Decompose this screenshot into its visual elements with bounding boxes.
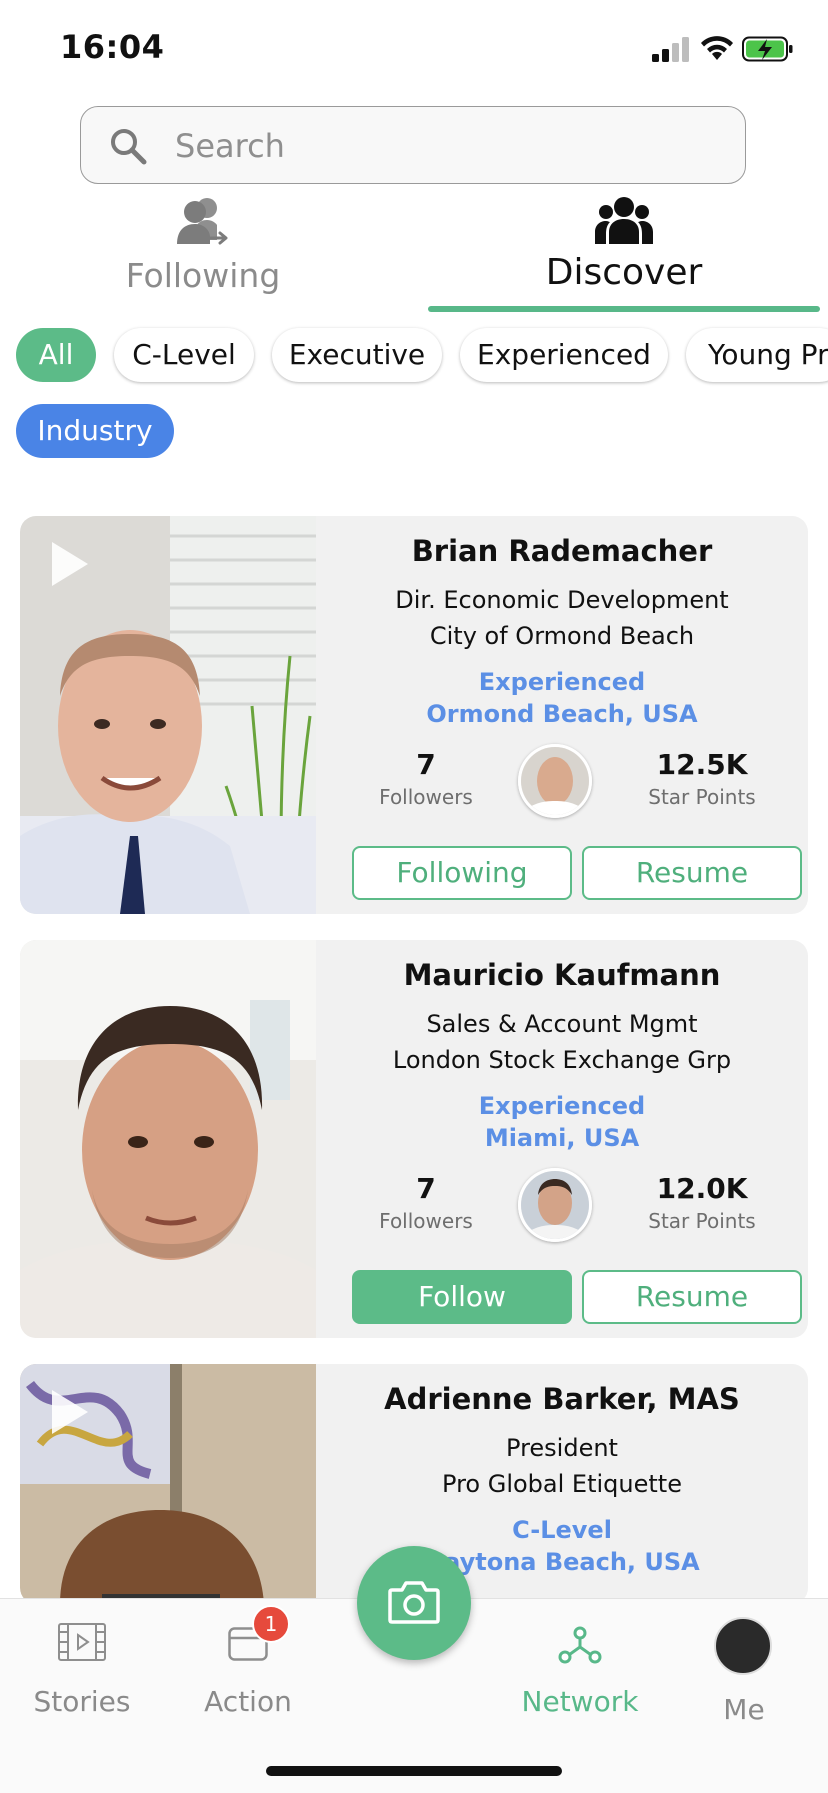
followers-count: 7 bbox=[416, 748, 436, 781]
camera-button[interactable] bbox=[357, 1546, 471, 1660]
profile-card[interactable]: Mauricio Kaufmann Sales & Account Mgmt L… bbox=[20, 940, 808, 1338]
status-bar: 16:04 bbox=[0, 0, 828, 100]
profile-company: City of Ormond Beach bbox=[429, 622, 695, 650]
filter-chip-experienced[interactable]: Experienced bbox=[460, 328, 668, 382]
profile-level: Experienced bbox=[478, 668, 646, 696]
followers-label: Followers bbox=[379, 1209, 473, 1233]
home-indicator bbox=[266, 1766, 562, 1776]
person-follow-icon bbox=[177, 198, 228, 245]
profile-video-thumbnail[interactable] bbox=[20, 516, 316, 914]
profile-location: Miami, USA bbox=[484, 1124, 640, 1152]
profile-role: Sales & Account Mgmt London Stock Exchan… bbox=[316, 1006, 808, 1078]
profile-video-thumbnail[interactable] bbox=[20, 940, 316, 1338]
filter-chip-young-professional[interactable]: Young Pr bbox=[686, 328, 828, 382]
star-points-stat: 12.0K Star Points bbox=[622, 1172, 782, 1233]
resume-button[interactable]: Resume bbox=[582, 1270, 802, 1324]
wifi-icon bbox=[701, 36, 733, 60]
followers-count: 7 bbox=[416, 1172, 436, 1205]
film-strip-icon bbox=[58, 1623, 106, 1661]
followers-stat: 7 Followers bbox=[346, 1172, 506, 1233]
profile-details: Brian Rademacher Dir. Economic Developme… bbox=[316, 516, 808, 914]
search-input[interactable] bbox=[173, 119, 717, 173]
action-badge: 1 bbox=[252, 1605, 290, 1643]
follow-button[interactable]: Follow bbox=[352, 1270, 572, 1324]
search-bar[interactable] bbox=[80, 106, 746, 184]
nav-network-label: Network bbox=[521, 1685, 639, 1718]
filter-chip-c-level[interactable]: C-Level bbox=[114, 328, 254, 382]
profile-title: President bbox=[506, 1434, 618, 1462]
followers-stat: 7 Followers bbox=[346, 748, 506, 809]
status-time: 16:04 bbox=[60, 28, 165, 66]
profile-role: President Pro Global Etiquette bbox=[316, 1430, 808, 1502]
tab-following[interactable]: Following bbox=[100, 196, 306, 316]
network-icon bbox=[558, 1626, 602, 1664]
followers-label: Followers bbox=[379, 785, 473, 809]
camera-icon bbox=[388, 1581, 440, 1624]
avatar bbox=[714, 1617, 772, 1675]
star-points-label: Star Points bbox=[648, 1209, 756, 1233]
filter-chip-industry[interactable]: Industry bbox=[16, 404, 174, 458]
profile-tags: Experienced Ormond Beach, USA bbox=[316, 666, 808, 730]
profile-location: Ormond Beach, USA bbox=[426, 700, 698, 728]
nav-action-label: Action bbox=[204, 1685, 292, 1718]
tab-discover-label: Discover bbox=[545, 252, 703, 293]
avatar[interactable] bbox=[518, 744, 592, 818]
profile-name: Adrienne Barker, MAS bbox=[384, 1382, 740, 1416]
play-icon bbox=[52, 1390, 88, 1434]
profile-company: London Stock Exchange Grp bbox=[392, 1046, 732, 1074]
following-button[interactable]: Following bbox=[352, 846, 572, 900]
group-icon bbox=[595, 197, 653, 244]
profile-level: C-Level bbox=[512, 1516, 612, 1544]
resume-button[interactable]: Resume bbox=[582, 846, 802, 900]
profile-company: Pro Global Etiquette bbox=[442, 1470, 682, 1498]
nav-stories-label: Stories bbox=[33, 1685, 131, 1718]
profile-photo bbox=[20, 940, 316, 1338]
cellular-signal-icon bbox=[652, 37, 689, 62]
tab-following-label: Following bbox=[125, 256, 281, 295]
profile-title: Sales & Account Mgmt bbox=[426, 1010, 698, 1038]
filter-chip-all[interactable]: All bbox=[16, 328, 96, 382]
filter-chip-executive[interactable]: Executive bbox=[272, 328, 442, 382]
active-tab-indicator bbox=[428, 306, 820, 312]
profile-name: Mauricio Kaufmann bbox=[403, 958, 721, 992]
profile-title: Dir. Economic Development bbox=[395, 586, 729, 614]
star-points-count: 12.5K bbox=[656, 748, 748, 781]
profile-details: Mauricio Kaufmann Sales & Account Mgmt L… bbox=[316, 940, 808, 1338]
star-points-stat: 12.5K Star Points bbox=[622, 748, 782, 809]
battery-charging-icon bbox=[742, 36, 793, 62]
profile-video-thumbnail[interactable] bbox=[20, 1364, 316, 1604]
nav-me-label: Me bbox=[723, 1693, 765, 1726]
star-points-label: Star Points bbox=[648, 785, 756, 809]
profile-card[interactable]: Brian Rademacher Dir. Economic Developme… bbox=[20, 516, 808, 914]
tab-discover[interactable]: Discover bbox=[428, 196, 820, 316]
profile-level: Experienced bbox=[478, 1092, 646, 1120]
profile-name: Brian Rademacher bbox=[411, 534, 713, 568]
play-icon bbox=[52, 542, 88, 586]
star-points-count: 12.0K bbox=[656, 1172, 748, 1205]
avatar[interactable] bbox=[518, 1168, 592, 1242]
avatar-image bbox=[521, 747, 589, 815]
avatar-image bbox=[521, 1171, 589, 1239]
profile-tags: Experienced Miami, USA bbox=[316, 1090, 808, 1154]
profile-role: Dir. Economic Development City of Ormond… bbox=[316, 582, 808, 654]
search-icon bbox=[111, 129, 147, 165]
